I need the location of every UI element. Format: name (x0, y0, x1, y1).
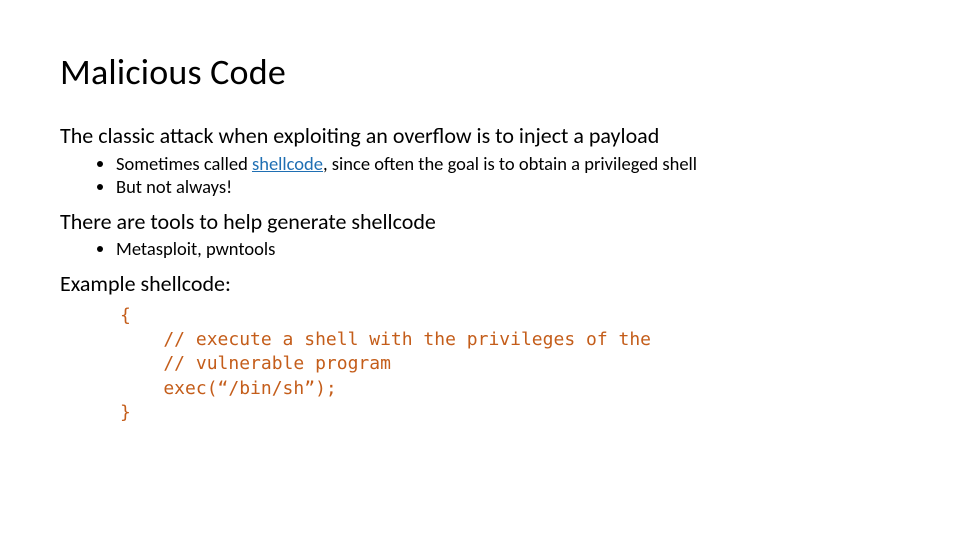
code-line: // execute a shell with the privileges o… (120, 328, 900, 352)
list-text-suffix: , since often the goal is to obtain a pr… (323, 152, 697, 175)
slide-title: Malicious Code (60, 50, 900, 94)
list-text-prefix: Sometimes called (116, 152, 252, 175)
code-line: } (120, 401, 900, 425)
body-line-3: Example shellcode: (60, 270, 900, 298)
code-line: { (120, 304, 900, 328)
sub-list-1: Sometimes called shellcode, since often … (60, 152, 900, 198)
code-block: { // execute a shell with the privileges… (120, 304, 900, 425)
body-line-2: There are tools to help generate shellco… (60, 208, 900, 236)
shellcode-link[interactable]: shellcode (252, 152, 323, 175)
list-item: Metasploit, pwntools (116, 237, 900, 260)
list-item: Sometimes called shellcode, since often … (116, 152, 900, 175)
code-line: exec(“/bin/sh”); (120, 377, 900, 401)
list-item: But not always! (116, 175, 900, 198)
slide-container: Malicious Code The classic attack when e… (0, 0, 960, 540)
body-line-1: The classic attack when exploiting an ov… (60, 122, 900, 150)
sub-list-2: Metasploit, pwntools (60, 237, 900, 260)
code-line: // vulnerable program (120, 352, 900, 376)
